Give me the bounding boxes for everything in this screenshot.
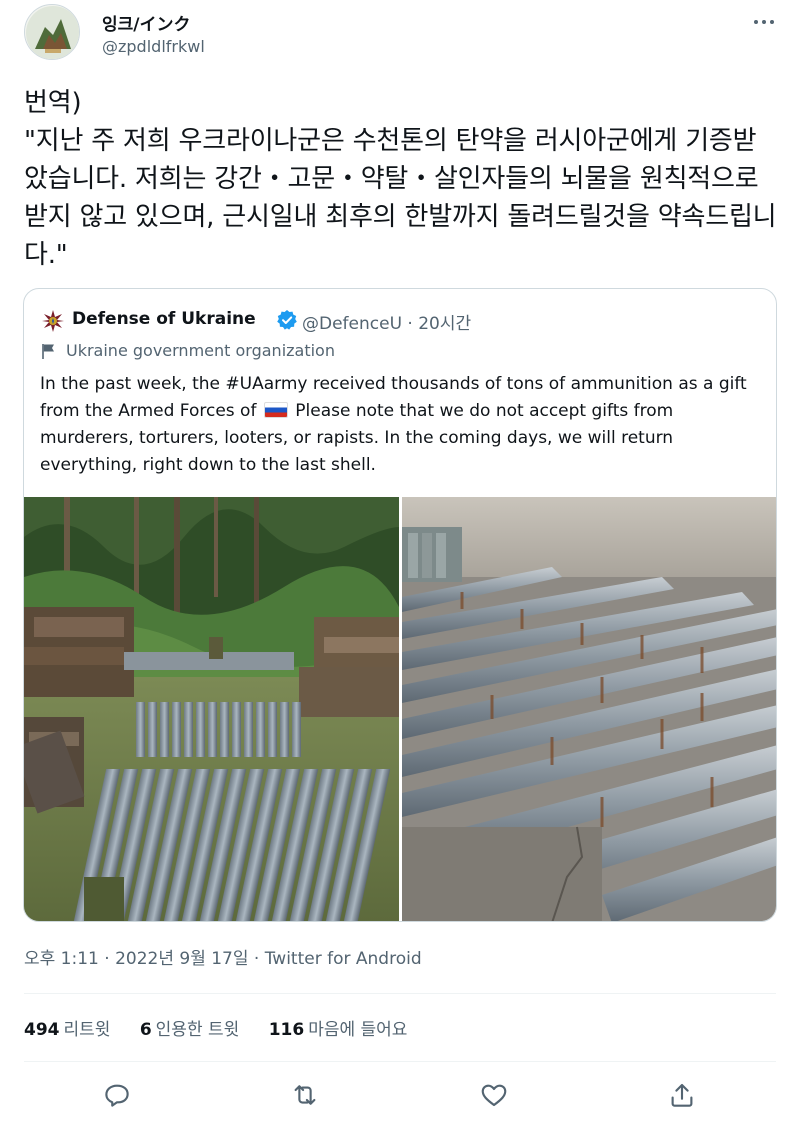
reply-button[interactable] bbox=[102, 1080, 132, 1110]
likes-label: 마음에 들어요 bbox=[308, 1020, 408, 1040]
tweet-header: 잉크/インク @zpdldlfrkwl bbox=[24, 4, 780, 64]
retweet-icon bbox=[294, 1085, 316, 1105]
retweet-button[interactable] bbox=[290, 1080, 320, 1110]
quoted-handle-time[interactable]: @DefenceU · 20시간 bbox=[302, 309, 471, 334]
quotes-label: 인용한 트윗 bbox=[155, 1020, 240, 1040]
tweet-text: 번역) "지난 주 저희 우크라이나군은 수천톤의 탄약을 러시아군에게 기증받… bbox=[24, 88, 777, 270]
retweets-count: 494 bbox=[24, 1020, 60, 1040]
divider bbox=[24, 1061, 776, 1062]
more-options-button[interactable] bbox=[750, 8, 778, 36]
quoted-tweet-media bbox=[24, 497, 776, 921]
photo-forest-ammunition[interactable] bbox=[24, 497, 399, 921]
more-icon bbox=[754, 20, 774, 24]
like-icon bbox=[481, 1084, 507, 1107]
share-button[interactable] bbox=[667, 1080, 697, 1110]
russia-flag-icon bbox=[263, 402, 288, 418]
likes-count: 116 bbox=[268, 1020, 305, 1040]
divider bbox=[24, 993, 776, 994]
quoted-tweet-text: In the past week, the #UAarmy received t… bbox=[40, 371, 764, 479]
tweet-stats: 494 리트윗 6 인용한 트윗 116 마음에 들어요 bbox=[24, 1015, 431, 1040]
quoted-tweet-header: Defense of Ukraine @DefenceU · 20시간 bbox=[40, 308, 760, 334]
author-handle[interactable]: @zpdldlfrkwl bbox=[102, 37, 205, 56]
photo-shells-rows[interactable] bbox=[402, 497, 776, 921]
flag-icon bbox=[40, 342, 58, 360]
retweets-label: 리트윗 bbox=[63, 1020, 111, 1040]
share-icon bbox=[671, 1083, 693, 1107]
reply-icon bbox=[105, 1084, 129, 1107]
government-label-text: Ukraine government organization bbox=[66, 341, 335, 360]
action-bar bbox=[0, 1072, 804, 1118]
quoted-tweet[interactable]: Defense of Ukraine @DefenceU · 20시간 Ukra… bbox=[23, 288, 777, 922]
quoted-author-name[interactable]: Defense of Ukraine bbox=[72, 309, 256, 329]
likes-stat[interactable]: 116 마음에 들어요 bbox=[269, 1020, 408, 1040]
ukraine-defense-emblem-icon bbox=[40, 308, 66, 334]
avatar[interactable] bbox=[24, 4, 80, 60]
verified-badge-icon bbox=[276, 309, 298, 331]
quotes-count: 6 bbox=[139, 1020, 152, 1040]
like-button[interactable] bbox=[479, 1080, 509, 1110]
author-display-name[interactable]: 잉크/インク bbox=[102, 10, 191, 35]
tweet-timestamp[interactable]: 오후 1:11 · 2022년 9월 17일 · Twitter for And… bbox=[24, 944, 422, 969]
retweets-stat[interactable]: 494 리트윗 bbox=[24, 1020, 110, 1040]
quotes-stat[interactable]: 6 인용한 트윗 bbox=[140, 1020, 239, 1040]
